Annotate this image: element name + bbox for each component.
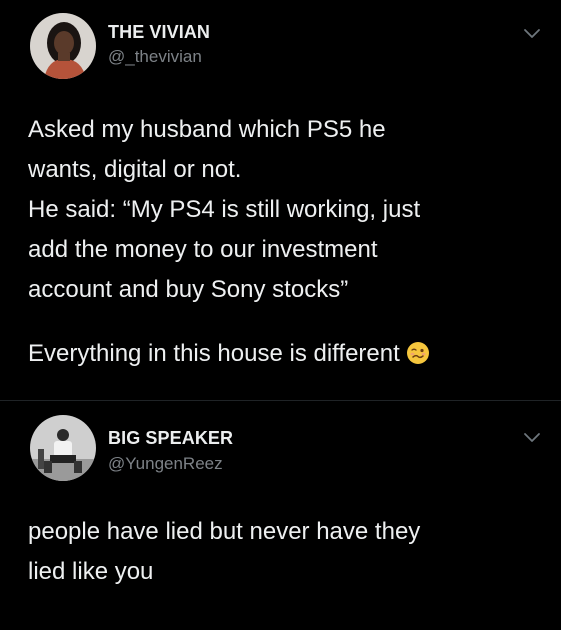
tweet-text-line: add the money to our investment: [28, 236, 378, 263]
tweet-yungenreez[interactable]: BIG SPEAKER @YungenReez people have lied…: [0, 401, 561, 630]
tweet-text-line: account and buy Sony stocks”: [28, 276, 349, 303]
tweet-text-line: wants, digital or not.: [28, 156, 242, 183]
tweet-text-line: people have lied but never have they: [28, 518, 421, 545]
woozy-face-emoji-icon: [406, 342, 429, 364]
avatar-photo-thevivian: [30, 13, 96, 79]
tweet-text-line: Asked my husband which PS5 he: [28, 116, 386, 143]
avatar-photo-yungenreez: [30, 415, 96, 481]
display-name[interactable]: THE VIVIAN: [108, 22, 210, 43]
chevron-down-icon[interactable]: [523, 432, 541, 444]
tweet-text: Asked my husband which PS5 he wants, dig…: [28, 110, 538, 310]
tweet-text-closing: Everything in this house is different: [28, 334, 538, 374]
avatar[interactable]: [30, 415, 96, 481]
avatar[interactable]: [30, 13, 96, 79]
tweet-text-line: He said: “My PS4 is still working, just: [28, 196, 421, 223]
tweet-text-line: lied like you: [28, 558, 154, 585]
user-handle[interactable]: @YungenReez: [108, 454, 223, 474]
user-handle[interactable]: @_thevivian: [108, 47, 202, 67]
tweet-text: people have lied but never have they lie…: [28, 512, 538, 592]
tweet-text-line: Everything in this house is different: [28, 340, 400, 367]
display-name[interactable]: BIG SPEAKER: [108, 428, 233, 449]
chevron-down-icon[interactable]: [523, 28, 541, 40]
tweet-thevivian[interactable]: THE VIVIAN @_thevivian Asked my husband …: [0, 0, 561, 400]
